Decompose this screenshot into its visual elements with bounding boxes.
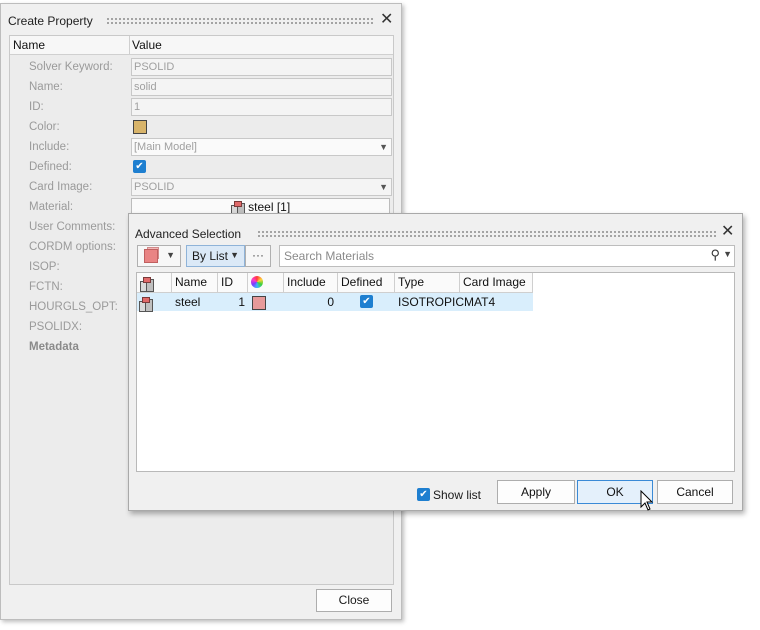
table-header: Name ID Include Defined Type Card Image <box>137 273 533 293</box>
material-row-icon <box>139 294 153 312</box>
name-field[interactable]: solid <box>131 78 392 96</box>
entity-column-header[interactable] <box>137 273 172 292</box>
defined-checkbox[interactable]: ✔ <box>133 160 146 173</box>
include-select[interactable]: [Main Model] ▼ <box>131 138 392 156</box>
entity-icon-front <box>144 249 158 263</box>
include-column-header[interactable]: Include <box>284 273 338 292</box>
solver-keyword-label: Solver Keyword: <box>29 61 113 73</box>
chevron-down-icon[interactable]: ▼ <box>723 249 732 259</box>
dialog-title: Create Property <box>8 14 93 28</box>
show-list-label: Show list <box>433 488 482 502</box>
close-icon[interactable]: ✕ <box>721 224 734 240</box>
user-comments-label: User Comments: <box>29 221 116 233</box>
name-label: Name: <box>29 81 63 93</box>
advanced-selection-dialog: Advanced Selection ✕ ▼ By List ▼ ··· Sea… <box>128 213 743 511</box>
row-card-image: MAT4 <box>464 295 496 309</box>
solver-keyword-field: PSOLID <box>131 58 392 76</box>
material-icon <box>140 276 154 292</box>
material-value: steel [1] <box>248 200 291 214</box>
color-swatch[interactable] <box>133 120 147 134</box>
chevron-down-icon: ▼ <box>230 250 239 260</box>
table-header: Name Value <box>10 36 393 55</box>
material-icon <box>139 296 153 312</box>
row-name: steel <box>175 295 201 309</box>
chevron-down-icon: ▼ <box>379 142 388 152</box>
card-image-select[interactable]: PSOLID ▼ <box>131 178 392 196</box>
hourgls-opt-label: HOURGLS_OPT: <box>29 301 118 313</box>
card-image-column-header[interactable]: Card Image <box>460 273 533 292</box>
row-defined-checkbox[interactable]: ✔ <box>360 295 373 308</box>
isop-label: ISOP: <box>29 261 60 273</box>
color-label: Color: <box>29 121 60 133</box>
chevron-down-icon: ▼ <box>166 250 175 260</box>
entity-type-selector[interactable]: ▼ <box>137 245 181 267</box>
selection-mode-dropdown[interactable]: By List ▼ <box>186 245 245 267</box>
show-list-checkbox[interactable]: ✔ <box>417 488 430 501</box>
dialog-title: Advanced Selection <box>135 227 242 241</box>
materials-table: Name ID Include Defined Type Card Image … <box>136 272 735 472</box>
mouse-cursor-icon <box>640 490 654 511</box>
search-materials-field[interactable]: Search Materials ⚲ ▼ <box>279 245 735 267</box>
defined-label: Defined: <box>29 161 72 173</box>
search-icon[interactable]: ⚲ <box>710 247 720 263</box>
color-column-header[interactable] <box>248 273 284 292</box>
cancel-button[interactable]: Cancel <box>657 480 733 504</box>
psolidx-label: PSOLIDX: <box>29 321 83 333</box>
more-options-button[interactable]: ··· <box>245 245 271 267</box>
id-label: ID: <box>29 101 44 113</box>
drag-handle[interactable] <box>106 17 374 25</box>
close-button[interactable]: Close <box>316 589 392 612</box>
search-input[interactable]: Search Materials <box>284 249 374 263</box>
value-column-header[interactable]: Value <box>132 38 162 52</box>
type-column-header[interactable]: Type <box>395 273 460 292</box>
selection-mode-label: By List <box>192 249 229 263</box>
color-wheel-icon <box>251 276 263 288</box>
row-color-swatch <box>252 296 266 310</box>
card-image-value: PSOLID <box>134 181 175 193</box>
apply-button[interactable]: Apply <box>497 480 575 504</box>
row-id: 1 <box>238 295 245 309</box>
close-icon[interactable]: ✕ <box>380 12 393 28</box>
material-label: Material: <box>29 201 74 213</box>
fctn-label: FCTN: <box>29 281 63 293</box>
metadata-label: Metadata <box>29 341 79 353</box>
id-column-header[interactable]: ID <box>218 273 248 292</box>
drag-handle[interactable] <box>257 230 717 238</box>
chevron-down-icon: ▼ <box>379 182 388 192</box>
row-include: 0 <box>327 295 334 309</box>
card-image-label: Card Image: <box>29 181 93 193</box>
cordm-options-label: CORDM options: <box>29 241 116 253</box>
name-column-header[interactable]: Name <box>13 38 45 52</box>
include-label: Include: <box>29 141 70 153</box>
include-value: [Main Model] <box>134 141 197 153</box>
column-divider[interactable] <box>129 36 130 54</box>
defined-column-header[interactable]: Defined <box>338 273 395 292</box>
row-type: ISOTROPIC <box>398 295 465 309</box>
name-column-header[interactable]: Name <box>172 273 218 292</box>
id-field[interactable]: 1 <box>131 98 392 116</box>
table-row[interactable]: steel 1 0 ✔ ISOTROPIC MAT4 <box>137 293 533 312</box>
